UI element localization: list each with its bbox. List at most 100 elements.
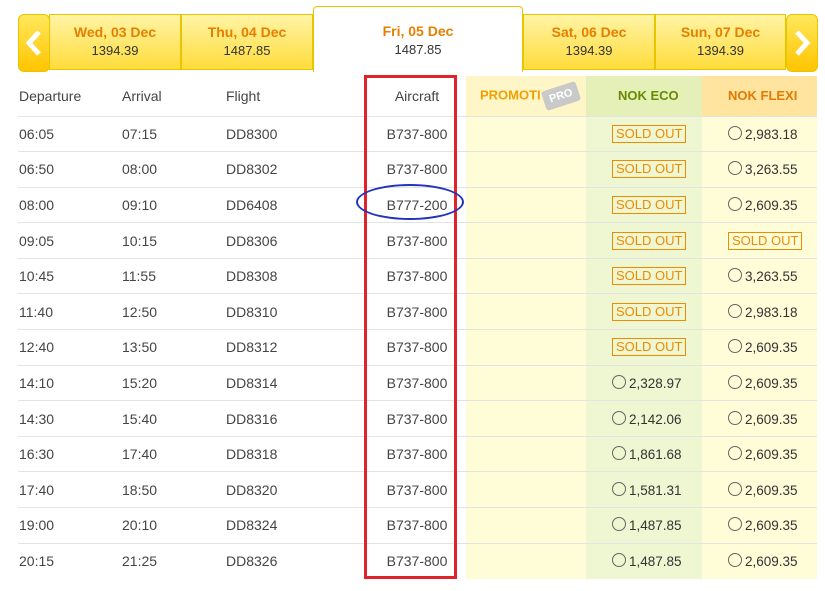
sold-out-badge: SOLD OUT <box>728 231 803 250</box>
promo-label: PROMOTI <box>480 87 541 103</box>
fare-radio[interactable] <box>728 517 742 532</box>
nok-flexi-cell: 3,263.55 <box>702 151 817 188</box>
fare-radio[interactable] <box>728 410 742 425</box>
table-row: 08:00 09:10 DD6408 B777-200 SOLD OUT 2,609.35 <box>18 186 817 223</box>
sold-out-badge: SOLD OUT <box>612 267 687 286</box>
promo-cell <box>466 115 586 152</box>
sold-out-badge: SOLD OUT <box>612 195 687 214</box>
nok-eco-cell: SOLD OUT <box>586 186 702 223</box>
sold-out-badge: SOLD OUT <box>612 338 687 357</box>
aircraft-type: B737-800 <box>368 364 466 401</box>
fare-price: 2,983.18 <box>745 304 798 320</box>
header-nok-eco: NOK ECO <box>586 76 702 116</box>
aircraft-type: B737-800 <box>368 257 466 294</box>
fare-radio[interactable] <box>612 481 626 496</box>
nok-eco-cell: SOLD OUT <box>586 329 702 366</box>
fare-price: 2,142.06 <box>629 411 682 427</box>
arrival-time: 21:25 <box>122 542 226 579</box>
fare-radio[interactable] <box>728 303 742 318</box>
departure-time: 14:30 <box>18 400 122 437</box>
fare-radio[interactable] <box>728 268 742 283</box>
date-tab-price: 1394.39 <box>697 43 744 58</box>
aircraft-type: B737-800 <box>368 400 466 437</box>
aircraft-type: B737-800 <box>368 222 466 259</box>
fare-radio[interactable] <box>728 125 742 140</box>
fare-price: 2,609.35 <box>745 340 798 356</box>
nok-eco-cell: 1,487.85 <box>586 507 702 544</box>
date-tab-price: 1487.85 <box>394 42 442 57</box>
fare-radio[interactable] <box>612 410 626 425</box>
fare-radio[interactable] <box>728 339 742 354</box>
nok-eco-cell: 1,581.31 <box>586 471 702 508</box>
fare-radio[interactable] <box>728 481 742 496</box>
departure-time: 19:00 <box>18 507 122 544</box>
fare-radio[interactable] <box>612 374 626 389</box>
promo-cell <box>466 542 586 579</box>
fare-radio[interactable] <box>728 196 742 211</box>
table-row: 16:30 17:40 DD8318 B737-800 1,861.68 2,609.35 <box>18 435 817 472</box>
chevron-left-icon <box>25 30 41 56</box>
fare-radio[interactable] <box>612 517 626 532</box>
fare-price: 2,609.35 <box>745 447 798 463</box>
nok-flexi-cell: SOLD OUT <box>702 222 817 259</box>
flight-number: DD8316 <box>226 400 368 437</box>
fare-price: 2,609.35 <box>745 518 798 534</box>
departure-time: 09:05 <box>18 222 122 259</box>
table-row: 20:15 21:25 DD8326 B737-800 1,487.85 2,609.35 <box>18 542 817 579</box>
promo-cell <box>466 329 586 366</box>
fare-price: 2,609.35 <box>745 482 798 498</box>
nok-eco-cell: 2,142.06 <box>586 400 702 437</box>
nok-eco-cell: SOLD OUT <box>586 151 702 188</box>
date-tab-label: Thu, 04 Dec <box>207 24 287 40</box>
departure-time: 06:50 <box>18 151 122 188</box>
flight-rows: 06:05 07:15 DD8300 B737-800 SOLD OUT 2,983.18… <box>18 115 817 579</box>
date-tab-label: Fri, 05 Dec <box>382 23 454 39</box>
nok-flexi-cell: 2,609.35 <box>702 364 817 401</box>
departure-time: 11:40 <box>18 293 122 330</box>
date-tab-4[interactable]: Sun, 07 Dec 1394.39 <box>655 14 786 70</box>
chevron-right-icon <box>795 30 811 56</box>
fare-radio[interactable] <box>728 553 742 568</box>
nok-flexi-cell: 2,609.35 <box>702 435 817 472</box>
fare-radio[interactable] <box>728 446 742 461</box>
fare-radio[interactable] <box>612 553 626 568</box>
flight-number: DD8302 <box>226 151 368 188</box>
arrival-time: 20:10 <box>122 507 226 544</box>
date-tab-price: 1394.39 <box>91 43 139 58</box>
aircraft-type: B777-200 <box>368 186 466 223</box>
header-promo: PROMOTI PRO <box>466 76 586 116</box>
fare-price: 2,609.35 <box>745 554 798 570</box>
date-tab-price: 1394.39 <box>565 43 613 58</box>
date-tab-0[interactable]: Wed, 03 Dec 1394.39 <box>49 14 181 70</box>
arrival-time: 11:55 <box>122 257 226 294</box>
date-tab-1[interactable]: Thu, 04 Dec 1487.85 <box>181 14 313 70</box>
aircraft-type: B737-800 <box>368 507 466 544</box>
flight-table: Departure Arrival Flight Aircraft PROMOT… <box>18 76 817 579</box>
sold-out-badge: SOLD OUT <box>612 302 687 321</box>
nok-flexi-cell: 2,609.35 <box>702 471 817 508</box>
aircraft-type: B737-800 <box>368 471 466 508</box>
table-row: 14:10 15:20 DD8314 B737-800 2,328.97 2,609.35 <box>18 364 817 401</box>
nok-flexi-cell: 2,609.35 <box>702 542 817 579</box>
fare-radio[interactable] <box>728 161 742 176</box>
nok-flexi-cell: 2,983.18 <box>702 115 817 152</box>
fare-price: 1,581.31 <box>629 482 682 498</box>
table-row: 09:05 10:15 DD8306 B737-800 SOLD OUT SOLD OUT <box>18 222 817 259</box>
nok-flexi-cell: 2,983.18 <box>702 293 817 330</box>
fare-radio[interactable] <box>728 374 742 389</box>
nok-eco-cell: SOLD OUT <box>586 222 702 259</box>
fare-radio[interactable] <box>612 446 626 461</box>
date-tab-3[interactable]: Sat, 06 Dec 1394.39 <box>523 14 655 70</box>
nok-eco-cell: SOLD OUT <box>586 115 702 152</box>
arrival-time: 17:40 <box>122 435 226 472</box>
next-date-button[interactable] <box>786 14 818 72</box>
date-tab-2-active[interactable]: Fri, 05 Dec 1487.85 <box>313 6 523 72</box>
prev-date-button[interactable] <box>18 14 50 72</box>
promo-cell <box>466 400 586 437</box>
fare-price: 2,609.35 <box>745 411 798 427</box>
arrival-time: 13:50 <box>122 329 226 366</box>
flight-number: DD8300 <box>226 115 368 152</box>
nok-eco-cell: SOLD OUT <box>586 293 702 330</box>
aircraft-type: B737-800 <box>368 435 466 472</box>
flight-number: DD8310 <box>226 293 368 330</box>
